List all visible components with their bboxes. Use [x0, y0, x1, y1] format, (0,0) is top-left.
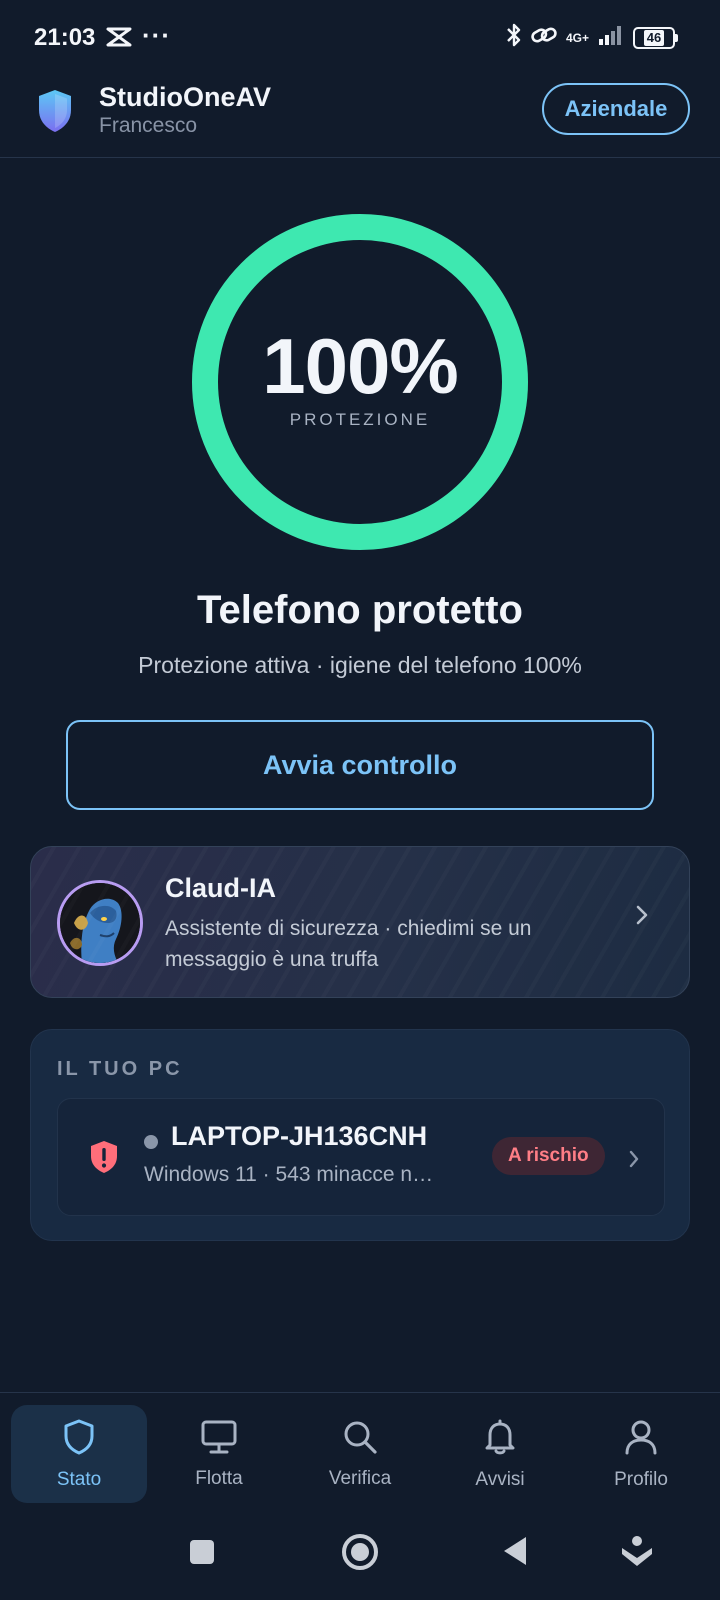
bell-icon — [482, 1418, 518, 1461]
shield-icon — [62, 1418, 96, 1461]
pc-section-title: IL TUO PC — [57, 1058, 183, 1080]
network-type: 4G+ — [565, 30, 589, 45]
link-icon — [530, 23, 558, 52]
device-description: Windows 11 · 543 minacce n… — [144, 1163, 434, 1186]
nav-label: Avvisi — [475, 1468, 525, 1490]
status-subtitle: Protezione attiva · igiene del telefono … — [138, 652, 582, 678]
user-icon — [623, 1418, 659, 1461]
start-scan-button[interactable]: Avvia controllo — [66, 720, 654, 810]
assistant-gesture-icon[interactable] — [620, 1534, 654, 1575]
pc-device-item[interactable]: LAPTOP-JH136CNH Windows 11 · 543 minacce… — [57, 1098, 665, 1216]
nav-item-verifica[interactable]: Verifica — [292, 1405, 428, 1503]
chevron-right-icon — [635, 904, 649, 931]
nav-item-stato[interactable]: Stato — [11, 1405, 147, 1503]
nav-label: Profilo — [614, 1468, 668, 1490]
chevron-right-icon — [628, 1149, 640, 1174]
battery-level: 46 — [643, 29, 665, 46]
monitor-icon — [200, 1419, 238, 1460]
status-bar: 21:03 ··· 4G+ 46 — [0, 0, 720, 78]
assistant-description: Assistente di sicurezza · chiedimi se un… — [165, 917, 532, 971]
nav-item-avvisi[interactable]: Avvisi — [432, 1405, 568, 1503]
home-button[interactable] — [340, 1532, 380, 1577]
recent-apps-button[interactable] — [188, 1538, 216, 1571]
signal-icon — [597, 24, 625, 51]
risk-badge: A rischio — [492, 1137, 605, 1175]
more-notifications-icon: ··· — [142, 20, 171, 50]
protection-label: PROTEZIONE — [289, 410, 431, 429]
bottom-navigation: Stato Flotta Verifica Avvisi Profilo — [0, 1392, 720, 1508]
assistant-title: Claud-IA — [165, 873, 276, 903]
search-icon — [342, 1419, 378, 1460]
nav-label: Stato — [56, 1468, 102, 1490]
nav-label: Verifica — [328, 1467, 392, 1489]
user-name: Francesco — [99, 114, 198, 137]
warning-shield-icon — [88, 1139, 120, 1180]
business-mode-button[interactable]: Aziendale — [542, 83, 690, 135]
battery-icon: 46 — [633, 26, 678, 49]
nav-label: Flotta — [195, 1467, 243, 1489]
assistant-card[interactable]: Claud-IA Assistente di sicurezza · chied… — [30, 846, 690, 998]
bluetooth-icon — [506, 22, 522, 53]
assistant-avatar — [57, 880, 143, 966]
system-navigation-bar — [0, 1508, 720, 1600]
status-title: Telefono protetto — [197, 588, 523, 632]
nav-item-profilo[interactable]: Profilo — [573, 1405, 709, 1503]
back-button[interactable] — [500, 1534, 530, 1573]
device-name: LAPTOP-JH136CNH — [171, 1121, 428, 1151]
capcut-icon — [106, 26, 132, 53]
app-logo-shield-icon — [36, 88, 74, 139]
app-name: StudioOneAV — [99, 82, 271, 112]
app-header: StudioOneAV Francesco Aziendale — [0, 78, 720, 158]
protection-ring: 100% PROTEZIONE — [190, 212, 530, 552]
protection-percent: 100% — [262, 322, 458, 410]
pc-card: IL TUO PC LAPTOP-JH136CNH Windows 11 · 5… — [30, 1029, 690, 1241]
status-time: 21:03 — [34, 24, 96, 51]
nav-item-flotta[interactable]: Flotta — [151, 1405, 287, 1503]
device-status-dot — [144, 1135, 158, 1149]
